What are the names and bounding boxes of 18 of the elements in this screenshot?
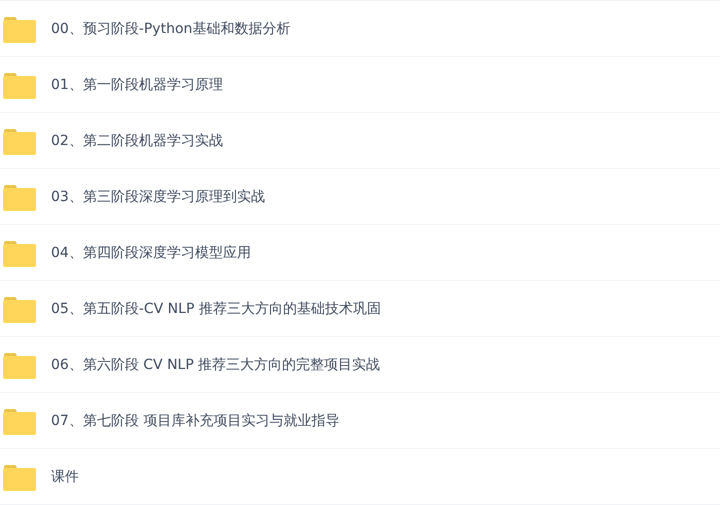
folder-name[interactable]: 05、第五阶段-CV NLP 推荐三大方向的基础技术巩固 [51,300,381,318]
folder-icon [3,352,36,378]
folder-name[interactable]: 04、第四阶段深度学习模型应用 [51,244,251,262]
folder-icon [3,128,36,154]
folder-icon [3,464,36,490]
folder-name[interactable]: 07、第七阶段 项目库补充项目实习与就业指导 [51,412,340,430]
folder-icon [3,240,36,266]
folder-icon [3,408,36,434]
folder-name[interactable]: 02、第二阶段机器学习实战 [51,132,223,150]
folder-icon [3,184,36,210]
folder-name[interactable]: 01、第一阶段机器学习原理 [51,76,223,94]
folder-icon [3,16,36,42]
folder-name[interactable]: 00、预习阶段-Python基础和数据分析 [51,20,290,38]
folder-name[interactable]: 课件 [51,468,79,486]
folder-icon [3,72,36,98]
folder-name[interactable]: 06、第六阶段 CV NLP 推荐三大方向的完整项目实战 [51,356,380,374]
folder-name[interactable]: 03、第三阶段深度学习原理到实战 [51,188,265,206]
folder-icon [3,296,36,322]
